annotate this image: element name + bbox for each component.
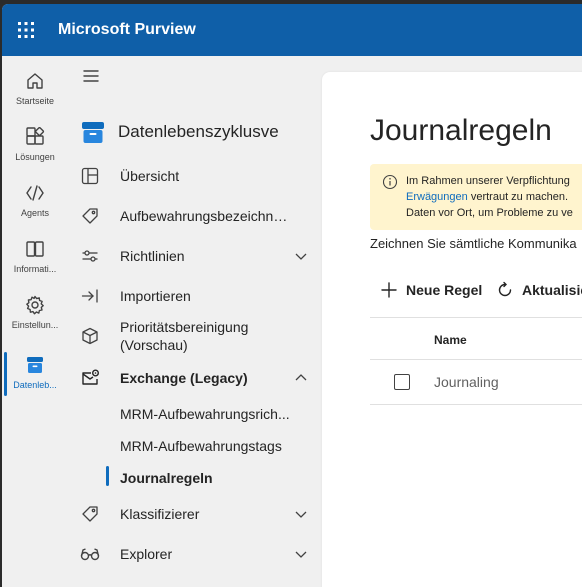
nav-item-explorer[interactable]: Explorer xyxy=(80,544,310,564)
dashboard-icon xyxy=(80,166,100,186)
agents-icon xyxy=(24,182,46,204)
chevron-up-icon xyxy=(295,374,307,381)
home-icon xyxy=(24,70,46,92)
column-header-name[interactable]: Name xyxy=(434,333,467,347)
plus-icon xyxy=(381,282,397,298)
rail-item-information[interactable]: Informati... xyxy=(2,232,68,284)
nav-item-label: Explorer xyxy=(120,546,173,562)
mail-settings-icon xyxy=(80,368,100,388)
chevron-down-icon xyxy=(295,511,307,518)
page-description: Zeichnen Sie sämtliche Kommunika xyxy=(370,236,577,251)
banner-text: Daten vor Ort, um Probleme zu ve xyxy=(406,207,573,219)
tag-icon xyxy=(80,206,100,226)
nav-subitem-mrm-tags[interactable]: MRM-Aufbewahrungstags xyxy=(120,438,300,454)
app-frame: Microsoft Purview Startseite Lösungen Ag… xyxy=(2,4,582,587)
sliders-icon xyxy=(80,246,100,266)
rail-item-solutions[interactable]: Lösungen xyxy=(2,120,68,172)
hamburger-button[interactable] xyxy=(82,68,106,88)
banner-link[interactable]: Erwägungen xyxy=(406,191,468,203)
rail-item-settings[interactable]: Einstellun... xyxy=(2,288,68,340)
nav-item-label: Übersicht xyxy=(120,168,180,184)
top-bar: Microsoft Purview xyxy=(2,4,582,56)
rail-label: Einstellun... xyxy=(11,320,59,330)
table-divider xyxy=(370,404,582,405)
rail-item-data-lifecycle[interactable]: Datenleb... xyxy=(2,348,68,400)
new-rule-label: Neue Regel xyxy=(406,282,483,298)
table-divider xyxy=(370,317,582,318)
nav-item-label: Klassifizierer xyxy=(120,506,200,522)
rail-label: Datenleb... xyxy=(13,380,57,390)
left-rail: Startseite Lösungen Agents Informati... … xyxy=(2,56,68,587)
nav-header-title: Datenlebenszyklusve xyxy=(118,122,279,141)
gear-icon xyxy=(24,294,46,316)
nav-item-label: Prioritätsbereinigung (Vorschau) xyxy=(120,319,249,353)
banner-text: Im Rahmen unserer Verpflichtung xyxy=(406,175,570,187)
menu-icon xyxy=(83,70,99,82)
archive-icon xyxy=(80,119,106,145)
refresh-icon xyxy=(498,281,512,297)
app-launcher-button[interactable] xyxy=(2,4,50,56)
tag-icon xyxy=(80,504,100,524)
rail-label: Startseite xyxy=(15,96,55,106)
nav-panel: Datenlebenszyklusve Übersicht Aufbewahru… xyxy=(68,56,320,587)
nav-item-label: Exchange (Legacy) xyxy=(120,370,248,386)
banner-text: Erwägungen vertraut zu machen. xyxy=(406,191,568,203)
rail-item-agents[interactable]: Agents xyxy=(2,176,68,228)
nav-item-classifiers[interactable]: Klassifizierer xyxy=(80,504,310,524)
nav-item-label: Aufbewahrungsbezeichnu... xyxy=(120,208,292,224)
apps-icon xyxy=(24,126,46,148)
book-icon xyxy=(24,238,46,260)
new-rule-button[interactable]: Neue Regel xyxy=(380,278,482,302)
nav-item-label: Richtlinien xyxy=(120,248,185,264)
waffle-icon xyxy=(18,22,34,38)
refresh-button[interactable]: Aktualisie xyxy=(496,278,582,302)
nav-item-retention-labels[interactable]: Aufbewahrungsbezeichnu... xyxy=(80,206,310,226)
info-icon xyxy=(382,174,398,190)
nav-subitem-journal-rules[interactable]: Journalregeln xyxy=(120,470,300,486)
app-title[interactable]: Microsoft Purview xyxy=(58,21,196,39)
nav-item-policies[interactable]: Richtlinien xyxy=(80,246,310,266)
info-banner: Im Rahmen unserer Verpflichtung Erwägung… xyxy=(370,164,582,230)
nav-selected-indicator xyxy=(106,466,109,486)
nav-item-import[interactable]: Importieren xyxy=(80,286,310,306)
banner-text-rest: vertraut zu machen. xyxy=(467,191,569,203)
table-row-name[interactable]: Journaling xyxy=(434,374,499,390)
chevron-down-icon xyxy=(295,253,307,260)
rail-item-home[interactable]: Startseite xyxy=(2,64,68,116)
archive-icon xyxy=(24,354,46,376)
nav-header: Datenlebenszyklusve xyxy=(80,116,279,148)
main-content: Journalregeln Im Rahmen unserer Verpflic… xyxy=(322,72,582,587)
rail-label: Agents xyxy=(20,208,50,218)
rail-label: Lösungen xyxy=(15,152,55,162)
nav-item-exchange[interactable]: Exchange (Legacy) xyxy=(80,368,310,388)
nav-item-label: Importieren xyxy=(120,288,191,304)
cube-icon xyxy=(80,326,100,346)
rail-label: Informati... xyxy=(13,264,57,274)
page-title: Journalregeln xyxy=(370,114,552,147)
nav-item-overview[interactable]: Übersicht xyxy=(80,166,310,186)
glasses-icon xyxy=(80,544,100,564)
table-divider xyxy=(370,359,582,360)
row-checkbox[interactable] xyxy=(394,374,410,390)
nav-subitem-mrm-policies[interactable]: MRM-Aufbewahrungsrich... xyxy=(120,406,300,422)
import-icon xyxy=(80,286,100,306)
nav-item-priority-cleanup[interactable]: Prioritätsbereinigung (Vorschau) xyxy=(80,318,310,354)
chevron-down-icon xyxy=(295,551,307,558)
refresh-label: Aktualisie xyxy=(522,282,582,298)
